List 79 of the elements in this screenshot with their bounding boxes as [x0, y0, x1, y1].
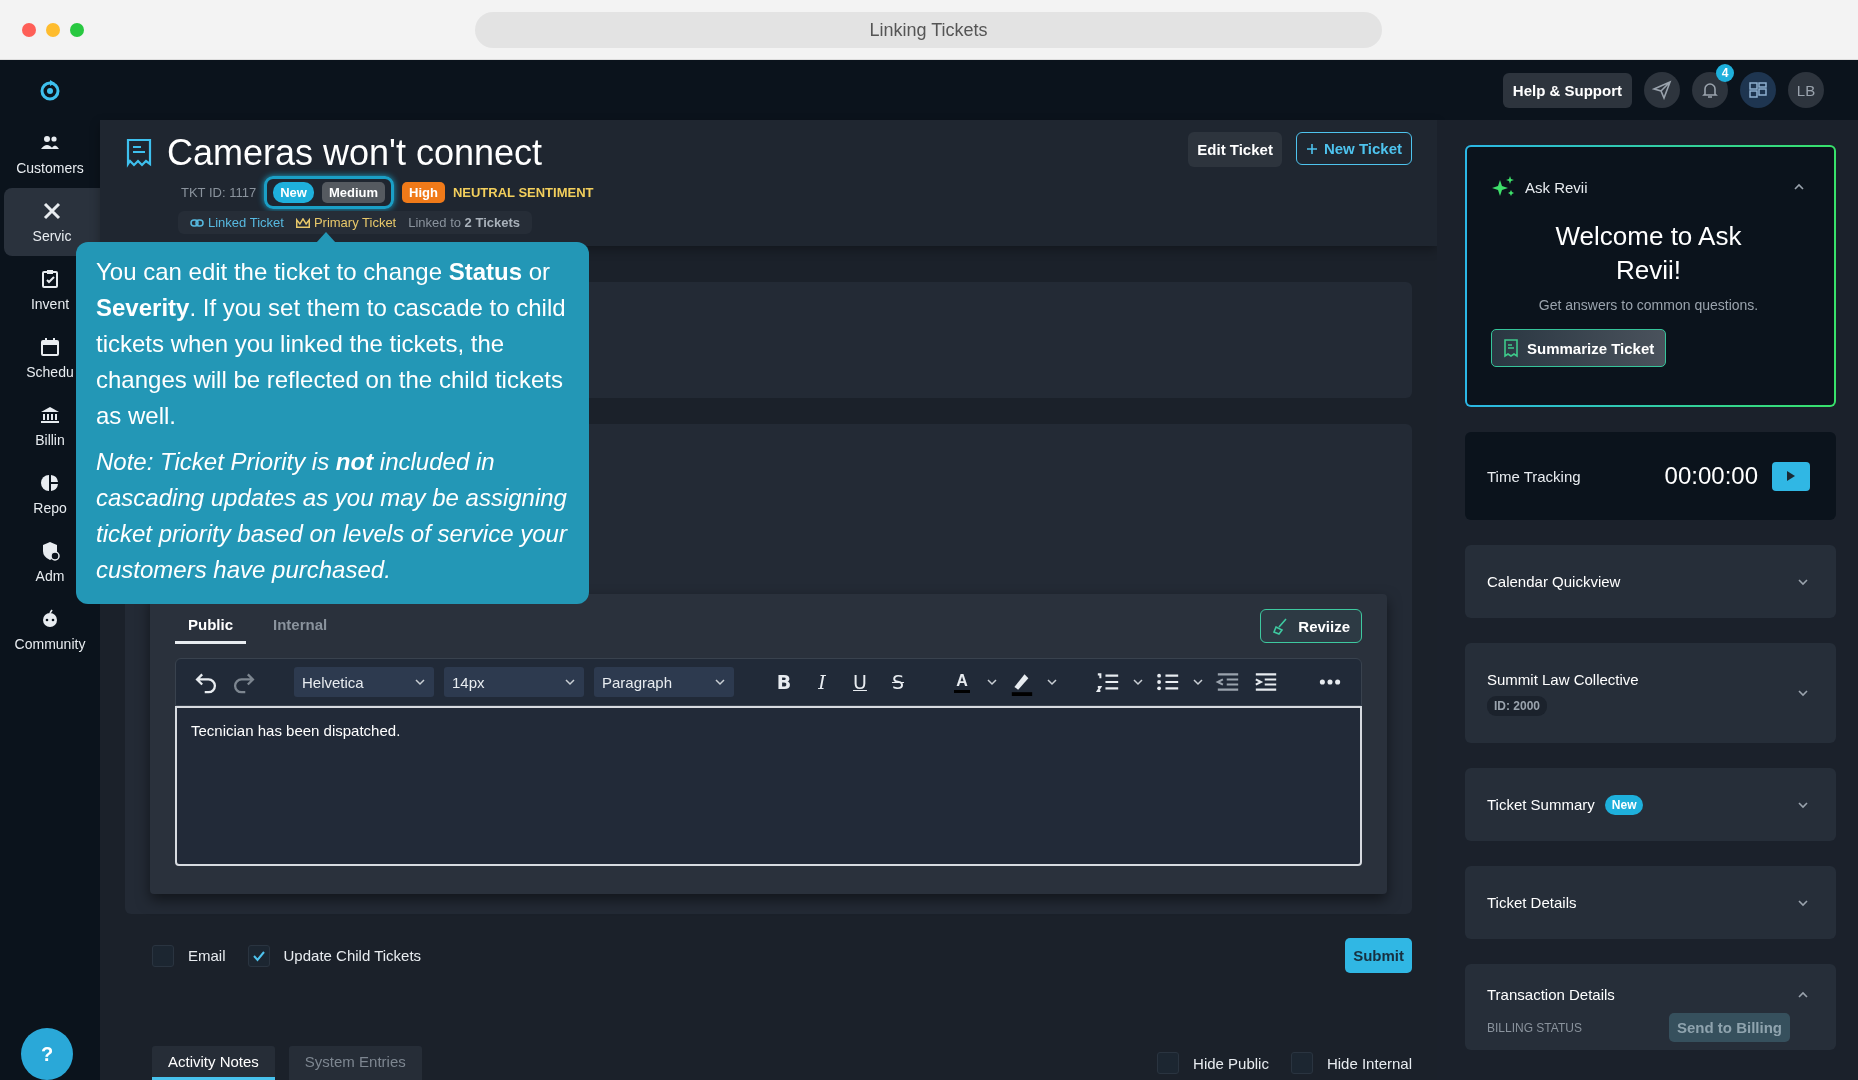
link-icon: [190, 217, 204, 228]
sidebar-item[interactable]: Customers: [0, 120, 100, 188]
underline-button[interactable]: U: [846, 668, 874, 696]
ticket-id: TKT ID: 1117: [181, 185, 257, 200]
id-tag: ID: 2000: [1487, 695, 1548, 716]
status-badge: New: [273, 182, 314, 203]
caret-icon[interactable]: [1046, 676, 1058, 688]
play-button[interactable]: [1772, 461, 1810, 491]
caret-icon[interactable]: [1192, 676, 1204, 688]
message-field[interactable]: Tecnician has been dispatched.: [175, 706, 1362, 866]
tooltip-text: You can edit the ticket to change Status or Severity. If you set them to cascade to child tickets when you linked the tickets, the changes will be reflected on the child tickets as well.: [96, 257, 567, 431]
send-button[interactable]: [1644, 72, 1680, 108]
bell-icon: [1700, 80, 1720, 100]
linked-count: Linked to 2 Tickets: [408, 215, 520, 230]
new-ticket-button[interactable]: New Ticket: [1295, 132, 1412, 165]
editor-tab[interactable]: Public: [175, 608, 246, 644]
text-color-button[interactable]: A: [948, 668, 976, 696]
timer-display: 00:00:00: [1664, 462, 1758, 490]
checkbox-label: Hide Public: [1193, 1054, 1269, 1072]
crown-icon: [295, 217, 310, 228]
panel-title[interactable]: Summit Law Collective: [1487, 670, 1639, 688]
dashboard-button[interactable]: [1740, 72, 1776, 108]
checkbox[interactable]: [247, 944, 270, 967]
user-avatar[interactable]: LB: [1788, 72, 1824, 108]
submit-button[interactable]: Submit: [1345, 938, 1412, 973]
linked-ticket-link[interactable]: Linked Ticket: [208, 215, 284, 230]
field-label: BILLING STATUS: [1487, 1020, 1582, 1035]
editor-tab[interactable]: Internal: [260, 608, 341, 644]
caret-icon[interactable]: [714, 676, 726, 688]
sidebar-item[interactable]: Servic: [4, 188, 100, 256]
paper-plane-icon: [1652, 80, 1672, 100]
ticket-title: Cameras won't connect: [167, 132, 543, 174]
calendar-icon: [39, 336, 61, 358]
reviize-button[interactable]: Reviize: [1260, 609, 1362, 643]
new-badge: New: [1604, 794, 1644, 815]
welcome-heading: Welcome to Ask Revii!: [1554, 220, 1743, 287]
welcome-subtitle: Get answers to common questions.: [1537, 297, 1760, 313]
font-family-dropdown[interactable]: Helvetica: [294, 667, 434, 697]
panel-title[interactable]: Calendar Quickview: [1487, 573, 1621, 590]
pie-icon: [39, 472, 61, 494]
caret-icon[interactable]: [986, 676, 998, 688]
caret-icon[interactable]: [1132, 676, 1144, 688]
status-badge: High: [402, 182, 445, 203]
activity-tab[interactable]: System Entries: [288, 1046, 422, 1080]
checkbox-label: Email: [188, 947, 226, 964]
notification-count: 4: [1716, 64, 1734, 82]
sidebar-item[interactable]: Community: [0, 596, 100, 664]
bank-icon: [39, 404, 61, 426]
checkbox-label: Update Child Tickets: [283, 947, 422, 964]
italic-button[interactable]: I: [808, 668, 836, 696]
logo-icon[interactable]: [38, 78, 62, 102]
status-badge: Medium: [321, 182, 385, 203]
panel-title[interactable]: Ticket Details: [1487, 894, 1577, 911]
panel-title[interactable]: Transaction Details: [1487, 986, 1615, 1003]
plus-icon: [1305, 142, 1318, 155]
checkbox-label: Hide Internal: [1326, 1054, 1412, 1072]
receipt-icon: [1503, 338, 1519, 358]
grid-icon: [1748, 80, 1768, 100]
bold-button[interactable]: B: [770, 668, 798, 696]
card-title: Time Tracking: [1487, 467, 1581, 485]
caret-icon[interactable]: [414, 676, 426, 688]
panel-title[interactable]: Ticket Summary: [1487, 796, 1595, 813]
strike-button[interactable]: S: [884, 668, 912, 696]
play-icon: [1786, 470, 1796, 482]
activity-tab[interactable]: Activity Notes: [152, 1046, 275, 1080]
clipboard-icon: [39, 268, 61, 290]
close-window-button[interactable]: [22, 22, 36, 37]
edit-ticket-button[interactable]: Edit Ticket: [1188, 132, 1282, 167]
receipt-icon: [125, 138, 153, 168]
window-title: Linking Tickets: [475, 12, 1382, 48]
tooltip-text: Note: Ticket Priority is not included in cascading updates as you may be assigning ticket priority based on levels of service your customers have purchased.: [96, 447, 567, 585]
font-size-dropdown[interactable]: 14px: [444, 667, 584, 697]
caret-icon[interactable]: [564, 676, 576, 688]
help-support-button[interactable]: Help & Support: [1502, 72, 1632, 108]
summarize-ticket-button[interactable]: Summarize Ticket: [1491, 329, 1667, 367]
primary-ticket-label: Primary Ticket: [313, 215, 397, 230]
block-format-dropdown[interactable]: Paragraph: [594, 667, 734, 697]
sentiment-label: NEUTRAL SENTIMENT: [452, 185, 594, 200]
card-title: Ask Revii: [1525, 178, 1588, 196]
